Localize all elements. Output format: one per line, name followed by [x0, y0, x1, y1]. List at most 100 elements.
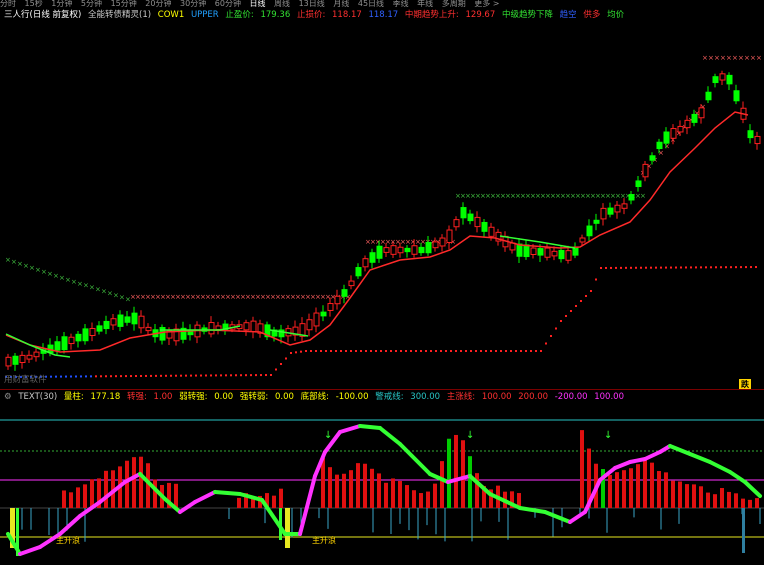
- candle-body: [313, 312, 320, 327]
- stop-dot: [685, 266, 687, 269]
- pane-divider[interactable]: [0, 389, 764, 390]
- volume-bar: [90, 479, 94, 508]
- candle-body: [12, 355, 19, 365]
- oscillator-segment: [743, 480, 762, 498]
- stop-dot: [620, 266, 622, 269]
- candle-body: [26, 354, 33, 360]
- trend-marker-x: ×: [35, 266, 41, 274]
- stop-dot: [180, 374, 182, 377]
- t6-label: 主涨线:: [446, 392, 476, 402]
- stop-dot: [390, 350, 392, 352]
- stop-dot: [560, 320, 562, 322]
- down-arrow-icon: ↓: [604, 430, 612, 441]
- oscillator-segment: [468, 474, 492, 496]
- stop-dot: [310, 350, 312, 352]
- stop-dot: [630, 266, 632, 269]
- stop-dot: [625, 266, 627, 269]
- stop-dot: [220, 374, 222, 377]
- stop-dot: [275, 368, 277, 371]
- volume-bar: [622, 470, 626, 508]
- candle-body: [635, 180, 642, 188]
- oscillator-segment: [613, 460, 632, 470]
- stop-dot: [225, 374, 227, 377]
- candle-body: [628, 194, 635, 201]
- candle-body: [516, 243, 523, 257]
- stop-dot: [305, 350, 307, 352]
- sub-indicator-name[interactable]: TEXT(30): [18, 392, 57, 402]
- stop-dot: [400, 350, 402, 352]
- volume-bar: [125, 460, 129, 508]
- candle-body: [677, 125, 684, 133]
- volume-bar: [454, 434, 458, 508]
- stop-dot: [145, 374, 147, 377]
- candle-body: [705, 91, 712, 101]
- stop-dot: [295, 351, 297, 354]
- volume-bar: [139, 456, 143, 508]
- candle-body: [481, 221, 488, 232]
- candle-body: [215, 325, 222, 330]
- oscillator-chart[interactable]: ↓ ↓ ↓: [0, 404, 764, 565]
- candlestick-chart[interactable]: × × × × × × × × × × × × × × × × × × × × × × × × × × × × × × × × × × × × × × × ×…: [0, 0, 764, 390]
- stop-dot: [515, 350, 517, 352]
- stop-dot: [345, 350, 347, 352]
- stop-dot: [355, 350, 357, 352]
- stop-dot: [530, 350, 532, 352]
- t1-label: 转强:: [126, 392, 147, 402]
- stop-dot: [365, 350, 367, 352]
- candle-body: [250, 320, 257, 333]
- settings-icon[interactable]: ⚙: [4, 392, 12, 402]
- stop-dot: [450, 350, 452, 352]
- stop-dot: [680, 266, 682, 269]
- stop-dot: [470, 350, 472, 352]
- t5-value: 300.00: [410, 392, 441, 402]
- candle-body: [537, 248, 544, 256]
- stop-dot: [595, 278, 597, 281]
- stop-dot: [155, 374, 157, 377]
- candle-body: [124, 316, 131, 323]
- stop-dot: [385, 350, 387, 352]
- volume-bar: [685, 484, 689, 508]
- oscillator-segment: [688, 452, 712, 464]
- stop-marker-x: ×: [720, 54, 726, 62]
- volume-bar: [608, 474, 612, 508]
- stop-dot: [320, 350, 322, 352]
- candle-body: [579, 237, 586, 243]
- volume-bar: [328, 467, 332, 508]
- oscillator-segment: [18, 545, 42, 556]
- volume-bar: [664, 472, 668, 508]
- volume-bar: [643, 458, 647, 508]
- stop-dot: [150, 374, 152, 377]
- stop-dot: [710, 266, 712, 269]
- stop-dot: [105, 375, 107, 378]
- stop-marker-x: ×: [664, 143, 670, 151]
- trend-marker-x: ×: [29, 264, 35, 272]
- candle-body: [684, 119, 691, 129]
- trend-marker-x: ×: [119, 294, 125, 302]
- candle-body: [453, 219, 460, 228]
- candle-body: [719, 73, 726, 81]
- stop-dot: [645, 266, 647, 269]
- t3-label: 强转弱:: [239, 392, 269, 402]
- candle-body: [117, 314, 124, 327]
- stop-dot: [170, 374, 172, 377]
- oscillator-segment: [58, 514, 82, 536]
- stop-dot: [120, 375, 122, 378]
- stop-dot: [75, 375, 77, 378]
- stop-dot: [250, 374, 252, 377]
- volume-bar: [706, 492, 710, 508]
- oscillator-segment: [213, 490, 242, 496]
- volume-bar: [412, 490, 416, 508]
- stop-dot: [635, 266, 637, 269]
- stop-dot: [665, 266, 667, 269]
- stop-dot: [660, 266, 662, 269]
- volume-bar: [636, 464, 640, 508]
- stop-dot: [335, 350, 337, 352]
- stop-dot: [600, 267, 602, 269]
- volume-bar: [713, 494, 717, 508]
- candle-body: [558, 249, 565, 260]
- down-arrow-icon: ↓: [466, 430, 474, 441]
- volume-bar: [69, 492, 73, 508]
- stop-marker-x: ×: [702, 54, 708, 62]
- stop-dot: [325, 350, 327, 352]
- stop-dot: [740, 266, 742, 269]
